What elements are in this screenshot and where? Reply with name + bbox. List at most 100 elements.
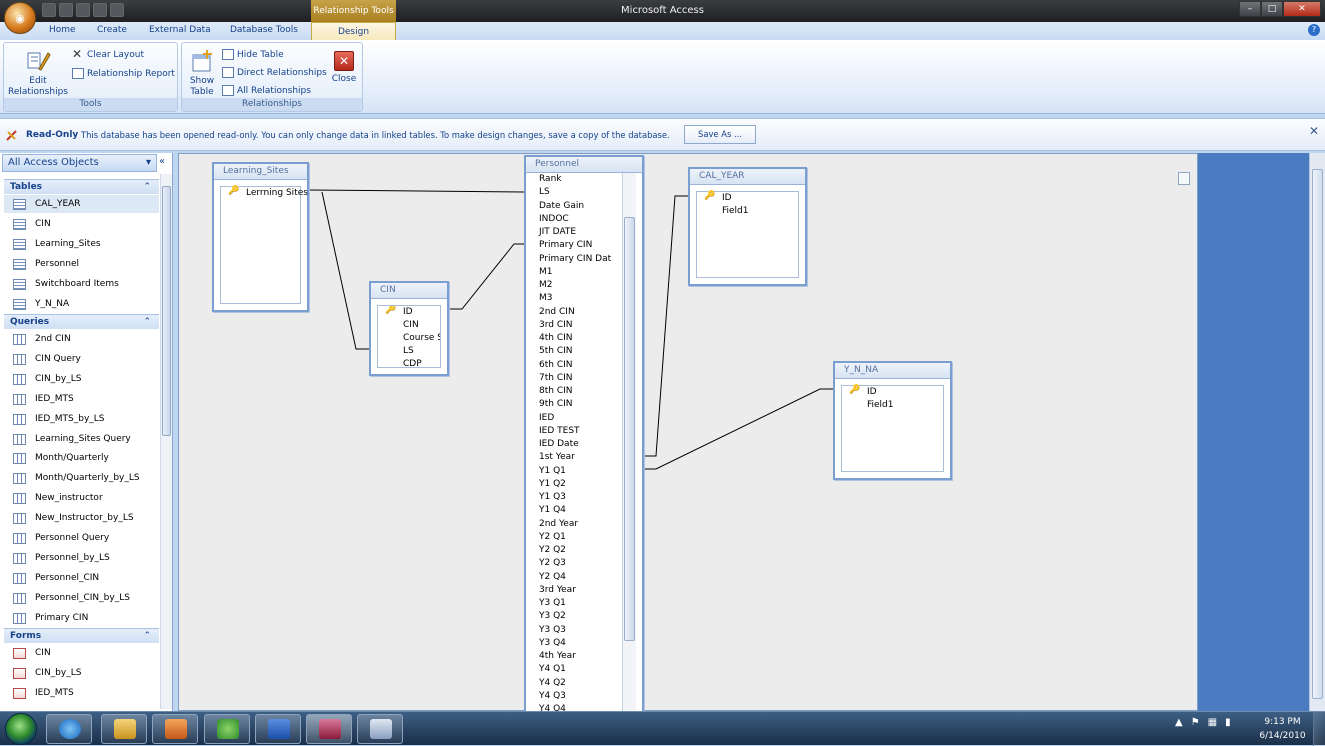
- nav-item[interactable]: Learning_Sites Query: [4, 430, 159, 448]
- clock[interactable]: 9:13 PM 6/14/2010: [1255, 715, 1310, 743]
- clear-layout-button[interactable]: ✕ Clear Layout: [72, 48, 144, 60]
- field-item[interactable]: Lerrning Sites: [246, 187, 308, 200]
- field-item[interactable]: Y1 Q2: [539, 478, 566, 491]
- nav-item[interactable]: Personnel Query: [4, 529, 159, 547]
- field-list-learning-sites[interactable]: Learning_Sites 🔑 Lerrning Sites: [212, 162, 309, 312]
- nav-item[interactable]: CIN: [4, 644, 159, 662]
- field-item[interactable]: 1st Year: [539, 451, 575, 464]
- show-hidden-icons-icon[interactable]: ▲: [1175, 717, 1183, 728]
- close-button[interactable]: ✕: [1283, 1, 1321, 17]
- field-item[interactable]: Y1 Q4: [539, 504, 566, 517]
- field-item[interactable]: Y2 Q4: [539, 571, 566, 584]
- field-item[interactable]: Course Sh: [403, 332, 440, 345]
- field-list-cin[interactable]: CIN 🔑 ID CIN Course Sh LS CDP: [369, 281, 449, 376]
- field-item[interactable]: Y4 Q1: [539, 663, 566, 676]
- nav-section-tables[interactable]: Tables ⌃: [4, 179, 159, 194]
- nav-scroll-thumb[interactable]: [162, 186, 171, 436]
- help-icon[interactable]: ?: [1308, 24, 1320, 36]
- network-icon[interactable]: ▦: [1208, 717, 1217, 728]
- field-item[interactable]: 2nd CIN: [539, 306, 575, 319]
- field-item[interactable]: Y2 Q1: [539, 531, 566, 544]
- field-item[interactable]: M3: [539, 292, 553, 305]
- field-item[interactable]: M2: [539, 279, 553, 292]
- nav-scrollbar[interactable]: [160, 174, 172, 709]
- direct-relationships-button[interactable]: Direct Relationships: [222, 67, 327, 78]
- start-button[interactable]: [5, 713, 37, 745]
- field-item[interactable]: ID: [867, 386, 877, 399]
- taskbar-media-player-button[interactable]: [152, 714, 198, 744]
- nav-item[interactable]: IED_MTS_by_LS: [4, 410, 159, 428]
- nav-dropdown-icon[interactable]: ▾: [146, 155, 151, 171]
- taskbar-messenger-button[interactable]: [204, 714, 250, 744]
- field-item[interactable]: Y1 Q1: [539, 465, 566, 478]
- maximize-button[interactable]: □: [1261, 1, 1283, 17]
- nav-item[interactable]: CIN Query: [4, 350, 159, 368]
- field-item[interactable]: ID: [722, 192, 732, 205]
- chevron-up-icon[interactable]: ⌃: [143, 315, 151, 329]
- tab-database-tools[interactable]: Database Tools: [230, 25, 298, 35]
- field-item[interactable]: Y3 Q3: [539, 624, 566, 637]
- flag-icon[interactable]: ⚑: [1191, 717, 1200, 728]
- field-item[interactable]: 4th CIN: [539, 332, 573, 345]
- field-item[interactable]: Y4 Q2: [539, 677, 566, 690]
- field-item[interactable]: 3rd Year: [539, 584, 576, 597]
- field-item[interactable]: 7th CIN: [539, 372, 573, 385]
- field-item[interactable]: Y3 Q4: [539, 637, 566, 650]
- nav-item[interactable]: 2nd CIN: [4, 330, 159, 348]
- field-item[interactable]: Field1: [867, 399, 894, 412]
- window-scrollbar[interactable]: [1309, 153, 1325, 711]
- edit-relationships-button[interactable]: Edit Relationships: [6, 49, 70, 98]
- field-item[interactable]: CIN: [403, 319, 419, 332]
- nav-item[interactable]: Personnel_by_LS: [4, 549, 159, 567]
- nav-item[interactable]: New_Instructor_by_LS: [4, 509, 159, 527]
- tab-create[interactable]: Create: [97, 25, 127, 35]
- field-item[interactable]: M1: [539, 266, 553, 279]
- field-item[interactable]: IED: [539, 412, 554, 425]
- field-item[interactable]: Y3 Q2: [539, 610, 566, 623]
- nav-item[interactable]: CIN: [4, 215, 159, 233]
- field-item[interactable]: Field1: [722, 205, 749, 218]
- nav-item[interactable]: Personnel_CIN: [4, 569, 159, 587]
- personnel-scroll-thumb[interactable]: [624, 217, 635, 641]
- office-button[interactable]: ◉: [4, 2, 36, 34]
- field-list-y-n-na[interactable]: Y_N_NA 🔑 ID Field1: [833, 361, 952, 480]
- taskbar-access-button[interactable]: [306, 714, 352, 744]
- field-item[interactable]: LS: [403, 345, 414, 358]
- relationship-report-button[interactable]: Relationship Report: [72, 68, 175, 79]
- field-item[interactable]: 9th CIN: [539, 398, 573, 411]
- taskbar-explorer-button[interactable]: [101, 714, 147, 744]
- tab-design[interactable]: Design: [311, 22, 396, 41]
- chevron-up-icon[interactable]: ⌃: [143, 180, 151, 194]
- nav-item[interactable]: IED_MTS: [4, 390, 159, 408]
- field-item[interactable]: 4th Year: [539, 650, 576, 663]
- field-item[interactable]: Rank: [539, 173, 562, 186]
- save-as-button[interactable]: Save As ...: [684, 125, 756, 144]
- field-list-title[interactable]: CIN: [371, 283, 447, 299]
- tab-external-data[interactable]: External Data: [149, 25, 211, 35]
- nav-item[interactable]: CIN_by_LS: [4, 664, 159, 682]
- nav-item[interactable]: IED_MTS: [4, 684, 159, 702]
- field-item[interactable]: 5th CIN: [539, 345, 573, 358]
- nav-item[interactable]: Learning_Sites: [4, 235, 159, 253]
- window-scroll-thumb[interactable]: [1312, 169, 1323, 699]
- nav-item[interactable]: CIN_by_LS: [4, 370, 159, 388]
- all-relationships-button[interactable]: All Relationships: [222, 85, 311, 96]
- field-item[interactable]: ID: [403, 306, 413, 319]
- field-list-title[interactable]: Personnel: [526, 157, 642, 173]
- nav-item[interactable]: CAL_YEAR: [4, 195, 159, 213]
- nav-item[interactable]: Personnel: [4, 255, 159, 273]
- nav-item[interactable]: Month/Quarterly_by_LS: [4, 469, 159, 487]
- show-desktop-button[interactable]: [1313, 712, 1325, 746]
- field-list-title[interactable]: Y_N_NA: [835, 363, 950, 379]
- field-item[interactable]: Primary CIN: [539, 239, 592, 252]
- taskbar-paint-button[interactable]: [357, 714, 403, 744]
- nav-collapse-icon[interactable]: «: [159, 156, 165, 167]
- field-item[interactable]: 8th CIN: [539, 385, 573, 398]
- field-list-personnel[interactable]: Personnel Rank LS Date Gain INDOC JIT DATE Pr…: [524, 155, 644, 713]
- field-item[interactable]: Y1 Q3: [539, 491, 566, 504]
- nav-item[interactable]: Y_N_NA: [4, 295, 159, 313]
- field-item[interactable]: CDP: [403, 358, 422, 367]
- field-list-cal-year[interactable]: CAL_YEAR 🔑 ID Field1: [688, 167, 807, 286]
- nav-section-queries[interactable]: Queries ⌃: [4, 314, 159, 329]
- close-relationships-button[interactable]: ✕ Close: [328, 51, 360, 85]
